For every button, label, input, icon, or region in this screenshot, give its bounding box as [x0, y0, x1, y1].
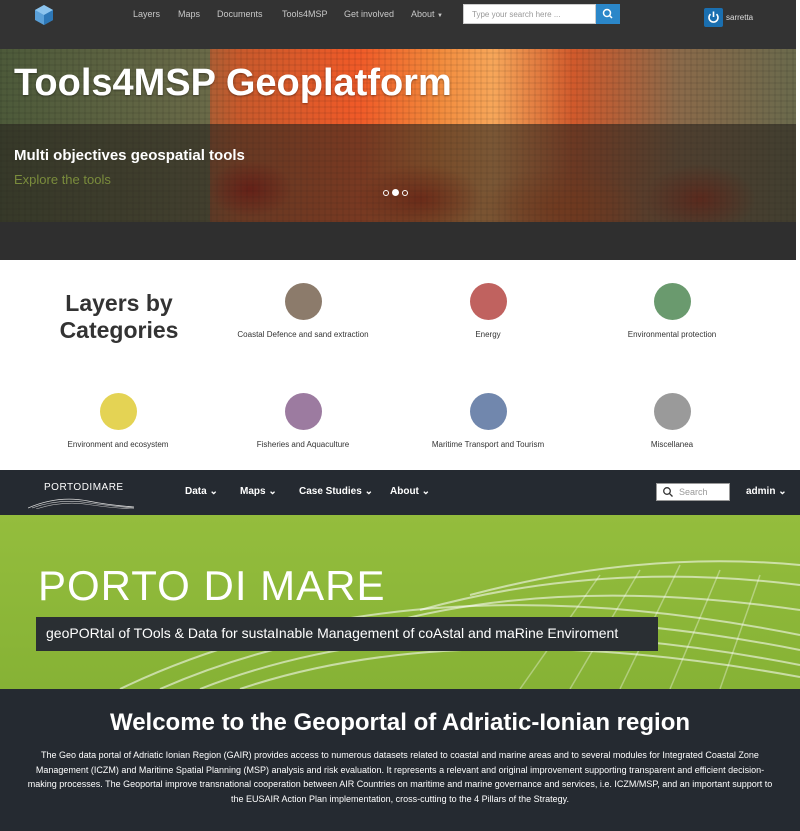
- chevron-down-icon: ⌄: [364, 486, 373, 497]
- portodimare-hero: PORTO DI MARE geoPORtal of TOols & Data …: [0, 515, 800, 689]
- hero-carousel: Tools4MSP Geoplatform Multi objectives g…: [0, 49, 796, 222]
- category-icon: [284, 393, 322, 430]
- hero-caption-band: [0, 124, 796, 222]
- carousel-dot-2[interactable]: [392, 189, 399, 196]
- menu-maps[interactable]: Maps ⌄: [240, 486, 277, 497]
- nav-link-about[interactable]: About ▼: [411, 9, 443, 19]
- search-input[interactable]: Type your search here ...: [463, 4, 596, 24]
- search-icon: [602, 8, 613, 19]
- category-icon: [99, 393, 137, 430]
- welcome-section: Welcome to the Geoportal of Adriatic-Ion…: [0, 689, 800, 831]
- nav-link-layers[interactable]: Layers: [133, 9, 160, 19]
- category-icon: [469, 393, 507, 430]
- category-coastal-defence[interactable]: Coastal Defence and sand extraction: [203, 283, 403, 339]
- welcome-description: The Geo data portal of Adriatic Ionian R…: [27, 750, 773, 804]
- geonode-logo-icon[interactable]: [35, 5, 53, 25]
- chevron-down-icon: ⌄: [421, 486, 431, 497]
- category-label: Fisheries and Aquaculture: [256, 440, 350, 449]
- hero-title: Tools4MSP Geoplatform: [14, 62, 452, 104]
- category-environment-ecosystem[interactable]: Environment and ecosystem: [18, 393, 218, 449]
- category-energy[interactable]: Energy: [388, 283, 588, 339]
- category-label: Energy: [475, 330, 501, 339]
- wave-logo-icon: [28, 498, 134, 509]
- category-icon: [653, 393, 691, 430]
- menu-about[interactable]: About ⌄: [390, 486, 430, 497]
- user-menu-label: admin: [746, 486, 776, 497]
- category-icon: [653, 283, 691, 320]
- caret-down-icon: ▼: [437, 13, 443, 19]
- chevron-down-icon: ⌄: [209, 486, 218, 497]
- category-label: Environmental protection: [627, 330, 717, 339]
- chevron-down-icon: ⌄: [778, 486, 787, 497]
- menu-case-studies-label: Case Studies: [299, 486, 362, 497]
- nav-link-maps[interactable]: Maps: [178, 9, 200, 19]
- hero-subtitle: Multi objectives geospatial tools: [14, 147, 245, 164]
- nav-link-tools4msp[interactable]: Tools4MSP: [282, 9, 328, 19]
- tools4msp-navbar: Layers Maps Documents Tools4MSP Get invo…: [0, 0, 796, 49]
- search-button[interactable]: [596, 4, 620, 24]
- hero-title: PORTO DI MARE: [38, 562, 386, 609]
- categories-heading: Layers by Categories: [59, 290, 179, 343]
- user-menu[interactable]: admin ⌄: [746, 486, 787, 497]
- menu-data-label: Data: [185, 486, 207, 497]
- hero-tagline: geoPORtal of TOols & Data for sustaInabl…: [46, 625, 619, 641]
- carousel-dot-3[interactable]: [402, 190, 408, 196]
- username[interactable]: sarretta: [726, 13, 753, 22]
- category-icon: [284, 283, 322, 320]
- menu-case-studies[interactable]: Case Studies ⌄: [299, 486, 373, 497]
- category-icon: [469, 283, 507, 320]
- explore-tools-link[interactable]: Explore the tools: [14, 172, 111, 187]
- portodimare-logo-text[interactable]: PORTODIMARE: [44, 482, 124, 493]
- search-icon: [663, 487, 673, 497]
- category-maritime-transport[interactable]: Maritime Transport and Tourism: [388, 393, 588, 449]
- hero-bottom-strip: [0, 222, 796, 260]
- category-label: Miscellanea: [650, 440, 694, 449]
- nav-link-get-involved[interactable]: Get involved: [344, 9, 394, 19]
- nav-link-documents[interactable]: Documents: [217, 9, 263, 19]
- welcome-heading: Welcome to the Geoportal of Adriatic-Ion…: [109, 709, 691, 736]
- category-label: Environment and ecosystem: [67, 440, 169, 449]
- menu-maps-label: Maps: [240, 486, 266, 497]
- carousel-dot-1[interactable]: [383, 190, 389, 196]
- category-environmental-protection[interactable]: Environmental protection: [572, 283, 772, 339]
- category-label: Coastal Defence and sand extraction: [237, 330, 369, 339]
- power-icon[interactable]: [704, 8, 723, 27]
- category-label: Maritime Transport and Tourism: [431, 440, 545, 449]
- menu-data[interactable]: Data ⌄: [185, 486, 218, 497]
- search-placeholder: Search: [679, 487, 708, 497]
- category-miscellanea[interactable]: Miscellanea: [572, 393, 772, 449]
- menu-about-label: About: [390, 486, 419, 497]
- category-fisheries-aquaculture[interactable]: Fisheries and Aquaculture: [203, 393, 403, 449]
- chevron-down-icon: ⌄: [268, 486, 277, 497]
- nav-link-about-label: About: [411, 9, 435, 19]
